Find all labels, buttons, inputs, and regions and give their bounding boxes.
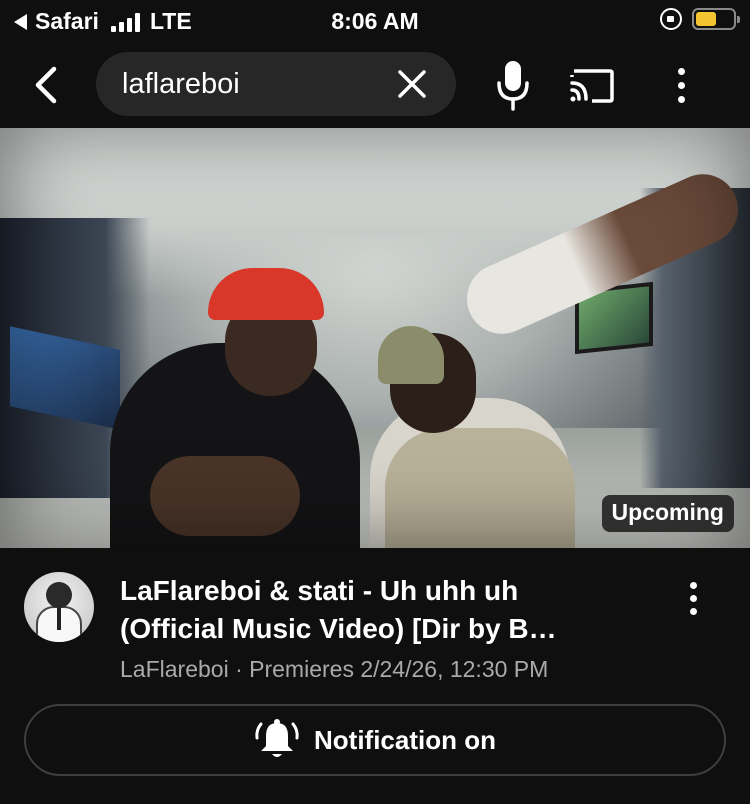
video-thumbnail[interactable]: Upcoming — [0, 128, 750, 548]
more-vert-icon — [689, 581, 697, 589]
search-query: laflareboi — [122, 68, 240, 100]
rotation-lock-icon — [660, 8, 682, 30]
clear-icon — [398, 70, 426, 98]
video-title[interactable]: LaFlareboi & stati - Uh uhh uh (Official… — [120, 572, 660, 648]
video-meta: LaFlareboi · Premieres 2/24/26, 12:30 PM — [120, 656, 548, 683]
upcoming-badge: Upcoming — [601, 495, 734, 532]
video-more-button[interactable] — [678, 578, 708, 618]
status-bar: Safari LTE 8:06 AM — [0, 0, 750, 44]
clock: 8:06 AM — [331, 8, 419, 34]
meta-separator: · — [235, 656, 243, 682]
cast-button[interactable] — [566, 62, 618, 108]
search-input[interactable]: laflareboi — [96, 52, 456, 116]
search-header: laflareboi — [0, 44, 750, 128]
microphone-icon — [497, 61, 529, 111]
premiere-time: Premieres 2/24/26, 12:30 PM — [249, 656, 549, 682]
voice-search-button[interactable] — [490, 58, 536, 112]
channel-avatar[interactable] — [24, 572, 94, 642]
more-options-button[interactable] — [664, 60, 698, 110]
cast-icon — [570, 69, 614, 103]
notification-button[interactable]: Notification on — [24, 704, 726, 776]
status-right — [660, 8, 740, 30]
channel-name: LaFlareboi — [120, 656, 229, 682]
notification-label: Notification on — [314, 724, 496, 755]
back-button[interactable] — [22, 60, 72, 110]
clear-search-button[interactable] — [394, 66, 430, 102]
video-title-line1: LaFlareboi & stati - Uh uhh uh — [120, 575, 519, 606]
battery-icon — [692, 8, 740, 30]
back-arrow-icon — [35, 66, 57, 104]
video-title-line2: (Official Music Video) [Dir by B… — [120, 613, 557, 644]
more-vert-icon — [677, 67, 685, 75]
video-info[interactable]: LaFlareboi & stati - Uh uhh uh (Official… — [0, 548, 750, 698]
bell-ringing-icon — [255, 719, 299, 757]
